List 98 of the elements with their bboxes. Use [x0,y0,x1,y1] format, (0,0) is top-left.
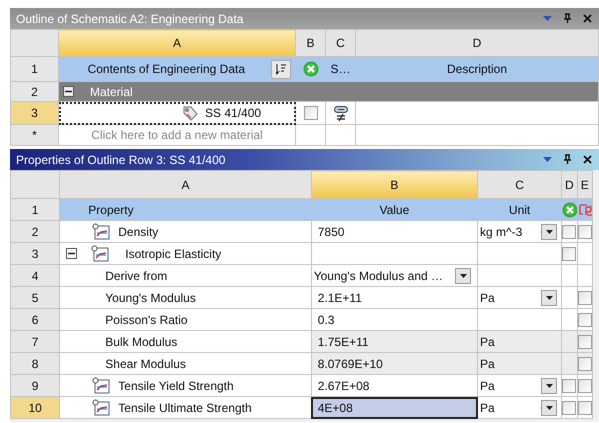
pin-button[interactable] [561,154,573,166]
column-header[interactable]: B [311,170,478,198]
column-header[interactable]: A [60,170,312,198]
unit-label: kg m^-3 [480,224,522,238]
table-header-label: Value [311,198,478,220]
chart-icon [92,223,110,240]
add-material-field[interactable]: Click here to add a new material [58,124,296,146]
table-cell[interactable]: SS 41/400 [58,102,296,124]
property-name: Poisson's Ratio [105,312,188,326]
row-number[interactable]: 1 [10,56,58,82]
column-header[interactable]: A [58,30,296,56]
link-icon [332,104,348,122]
table-header-label: Property [60,198,312,220]
table-header-label: Unit [478,198,562,220]
close-button[interactable] [581,154,593,166]
chart-icon [92,377,110,394]
row-number[interactable]: 8 [10,352,60,374]
caret-icon [460,274,467,278]
row-number[interactable]: 5 [10,286,60,308]
row-number[interactable]: 6 [10,308,60,330]
x-circle-icon [302,61,318,77]
unit-label: Pa [480,356,495,370]
checkbox[interactable] [578,290,592,305]
property-name: Density [118,224,158,238]
property-value[interactable]: 2.1E+11 [318,290,362,304]
refresh-p-icon [578,202,592,218]
column-header[interactable]: C [478,170,562,198]
property-name: Shear Modulus [105,356,186,370]
property-name: Tensile Ultimate Strength [118,400,252,414]
property-name: Derive from [105,268,168,282]
table-header-label: S… [326,56,356,82]
material-name: SS 41/400 [205,106,262,120]
collapse-button[interactable] [63,86,74,97]
checkbox[interactable] [578,312,592,327]
sort-icon [276,63,286,75]
row-number[interactable]: 3 [10,102,58,124]
dropdown-button[interactable] [541,400,558,416]
minus-icon [68,250,76,257]
chart-icon [91,245,110,262]
dropdown-button[interactable] [541,378,558,394]
checkbox[interactable] [562,246,576,261]
caret-icon [546,296,553,300]
chart-icon [92,399,110,416]
property-value[interactable]: 0.3 [318,312,334,326]
property-value[interactable]: 4E+08 [318,400,353,414]
unit-label: Pa [480,400,495,414]
row-number[interactable]: 1 [10,198,60,220]
checkbox[interactable] [562,400,576,415]
unit-label: Pa [480,378,495,392]
row-number[interactable]: 9 [10,374,60,396]
unit-label: Pa [480,334,495,348]
row-number[interactable]: 2 [10,220,60,242]
column-header[interactable]: D [356,30,598,56]
checkbox[interactable] [578,224,592,239]
row-number[interactable]: 10 [10,396,60,418]
checkbox[interactable] [578,356,592,371]
sort-button[interactable] [271,60,291,78]
caret-icon [546,384,553,388]
caret-icon [546,230,553,234]
row-number[interactable]: 2 [10,82,58,102]
minus-icon [65,88,72,95]
column-header[interactable]: B [296,30,326,56]
row-number[interactable]: * [10,124,58,146]
column-header[interactable]: C [326,30,356,56]
dropdown-button[interactable] [541,224,558,240]
close-button[interactable] [581,12,593,24]
dropdown-button[interactable] [541,290,558,306]
tag-icon [181,105,199,121]
column-header[interactable]: D [562,170,578,198]
property-name: Isotropic Elasticity [125,246,222,260]
column-header[interactable]: E [577,170,592,198]
checkbox[interactable] [562,224,576,239]
row-number[interactable]: 7 [10,330,60,352]
checkbox[interactable] [578,378,592,393]
table-header-label: Description [356,56,598,82]
panel-title: Properties of Outline Row 3: SS 41/400 [16,152,226,166]
row-number[interactable]: 3 [10,242,60,264]
x-circle-icon [562,202,576,218]
dropdown-button[interactable] [455,268,472,284]
property-name: Bulk Modulus [105,334,178,348]
property-name: Tensile Yield Strength [118,378,234,392]
table-header-label: Contents of Engineering Data [88,62,245,76]
dropdown-value: Young's Modulus and … [314,268,444,282]
property-value[interactable]: 1.75E+11 [318,334,369,348]
property-value[interactable]: 7850 [318,224,344,238]
panel-title: Outline of Schematic A2: Engineering Data [16,12,244,26]
checkbox[interactable] [578,334,592,349]
checkbox[interactable] [562,378,576,393]
property-value[interactable]: 2.67E+08 [318,378,370,392]
group-label: Material [90,84,133,98]
caret-icon [546,406,553,410]
pin-button[interactable] [561,12,573,24]
checkbox[interactable] [304,106,318,120]
unit-label: Pa [480,290,495,304]
collapse-button[interactable] [66,248,78,259]
property-name: Young's Modulus [105,290,196,304]
row-number[interactable]: 4 [10,264,60,286]
checkbox[interactable] [578,400,592,415]
